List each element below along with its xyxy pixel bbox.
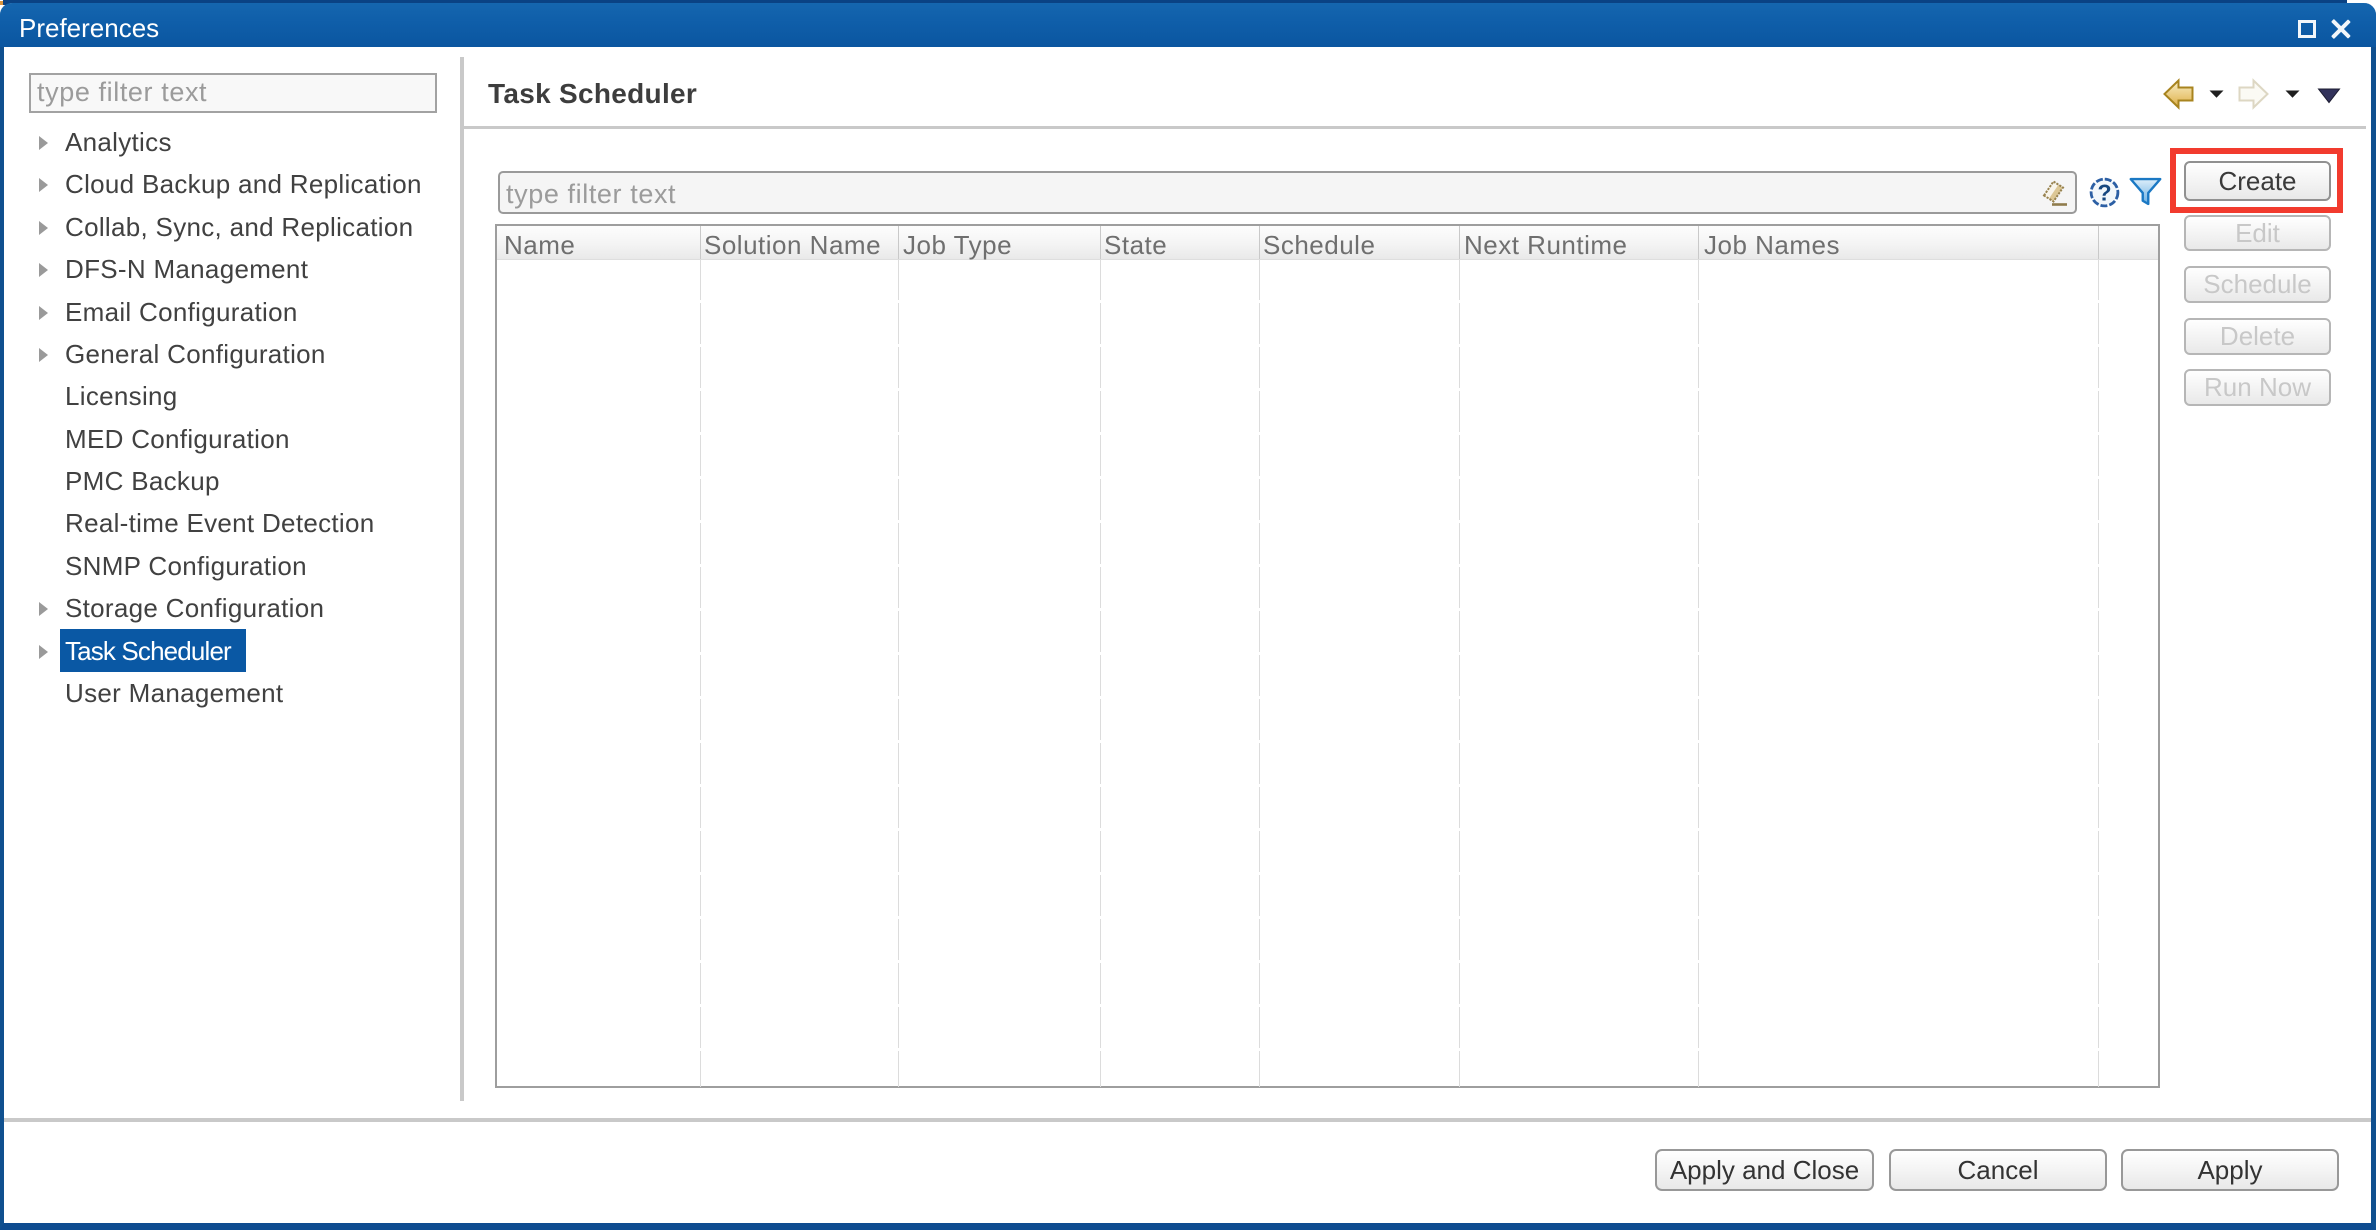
svg-text:?: ? [2097, 180, 2111, 206]
